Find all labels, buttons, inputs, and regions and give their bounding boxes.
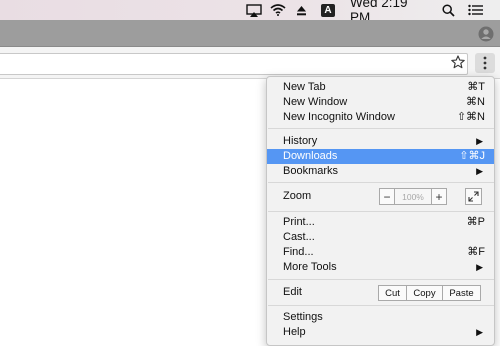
shortcut-label: ⌘N xyxy=(466,96,485,108)
spotlight-search-icon[interactable] xyxy=(440,0,456,20)
airplay-icon[interactable] xyxy=(245,0,263,20)
menu-item-label: Cast... xyxy=(283,231,315,243)
fullscreen-icon[interactable] xyxy=(465,188,482,205)
paste-button[interactable]: Paste xyxy=(443,285,481,301)
menu-item-label: History xyxy=(283,135,318,147)
menu-item-history[interactable]: History ▶ xyxy=(267,134,494,149)
menu-item-label: Downloads xyxy=(283,150,338,162)
cut-button[interactable]: Cut xyxy=(378,285,407,301)
menubar-clock[interactable]: Wed 2:19 PM xyxy=(350,0,422,25)
zoom-controls: − 100% + xyxy=(379,188,447,205)
menu-item-label: Help xyxy=(283,326,306,338)
menu-item-downloads[interactable]: Downloads ⇧⌘J xyxy=(267,149,494,164)
menu-item-label: New Window xyxy=(283,96,348,108)
menu-separator xyxy=(268,182,494,183)
input-source-icon[interactable]: A xyxy=(321,0,335,20)
menu-item-cast[interactable]: Cast... xyxy=(267,230,494,245)
menu-item-find[interactable]: Find... ⌘F xyxy=(267,245,494,260)
menu-separator xyxy=(268,305,494,306)
shortcut-label: ⇧⌘N xyxy=(456,111,485,123)
submenu-arrow-icon: ▶ xyxy=(476,136,483,146)
menu-item-label: Bookmarks xyxy=(283,165,339,177)
more-vertical-icon[interactable] xyxy=(475,53,495,73)
zoom-level: 100% xyxy=(395,188,431,205)
shortcut-label: ⌘P xyxy=(466,216,485,228)
chrome-main-menu: New Tab ⌘T New Window ⌘N New Incognito W… xyxy=(266,76,495,346)
copy-button[interactable]: Copy xyxy=(407,285,443,301)
bookmark-star-icon[interactable] xyxy=(449,52,467,72)
menu-item-print[interactable]: Print... ⌘P xyxy=(267,215,494,230)
menu-item-label: More Tools xyxy=(283,261,337,273)
macos-menu-bar: A Wed 2:19 PM xyxy=(0,0,500,25)
menu-row-edit: Edit Cut Copy Paste xyxy=(267,285,494,302)
menu-item-more-tools[interactable]: More Tools ▶ xyxy=(267,260,494,275)
menu-row-zoom: Zoom − 100% + xyxy=(267,188,494,207)
menu-item-new-window[interactable]: New Window ⌘N xyxy=(267,95,494,110)
menu-item-label: New Tab xyxy=(283,81,326,93)
browser-tab-strip xyxy=(0,20,500,47)
menu-item-settings[interactable]: Settings xyxy=(267,310,494,325)
wifi-icon[interactable] xyxy=(269,0,287,20)
menu-item-label: Print... xyxy=(283,216,315,228)
shortcut-label: ⇧⌘J xyxy=(459,150,485,162)
zoom-label: Zoom xyxy=(283,190,312,202)
menu-item-new-tab[interactable]: New Tab ⌘T xyxy=(267,80,494,95)
eject-icon[interactable] xyxy=(294,0,308,20)
shortcut-label: ⌘F xyxy=(467,246,485,258)
submenu-arrow-icon: ▶ xyxy=(476,262,483,272)
menu-separator xyxy=(268,128,494,129)
menu-item-new-incognito-window[interactable]: New Incognito Window ⇧⌘N xyxy=(267,110,494,125)
shortcut-label: ⌘T xyxy=(467,81,485,93)
notification-center-icon[interactable] xyxy=(466,0,484,20)
menu-item-label: New Incognito Window xyxy=(283,111,395,123)
submenu-arrow-icon: ▶ xyxy=(476,166,483,176)
profile-icon[interactable] xyxy=(478,26,494,42)
menu-item-bookmarks[interactable]: Bookmarks ▶ xyxy=(267,164,494,179)
menu-separator xyxy=(268,279,494,280)
zoom-out-button[interactable]: − xyxy=(379,188,395,205)
input-source-label: A xyxy=(321,3,335,17)
menu-item-label: Find... xyxy=(283,246,314,258)
edit-label: Edit xyxy=(283,286,302,298)
menu-item-label: Settings xyxy=(283,311,323,323)
address-bar[interactable] xyxy=(0,53,468,75)
browser-toolbar xyxy=(0,47,500,79)
edit-controls: Cut Copy Paste xyxy=(378,285,481,301)
zoom-in-button[interactable]: + xyxy=(431,188,447,205)
menu-separator xyxy=(268,211,494,212)
menu-item-help[interactable]: Help ▶ xyxy=(267,325,494,340)
submenu-arrow-icon: ▶ xyxy=(476,327,483,337)
